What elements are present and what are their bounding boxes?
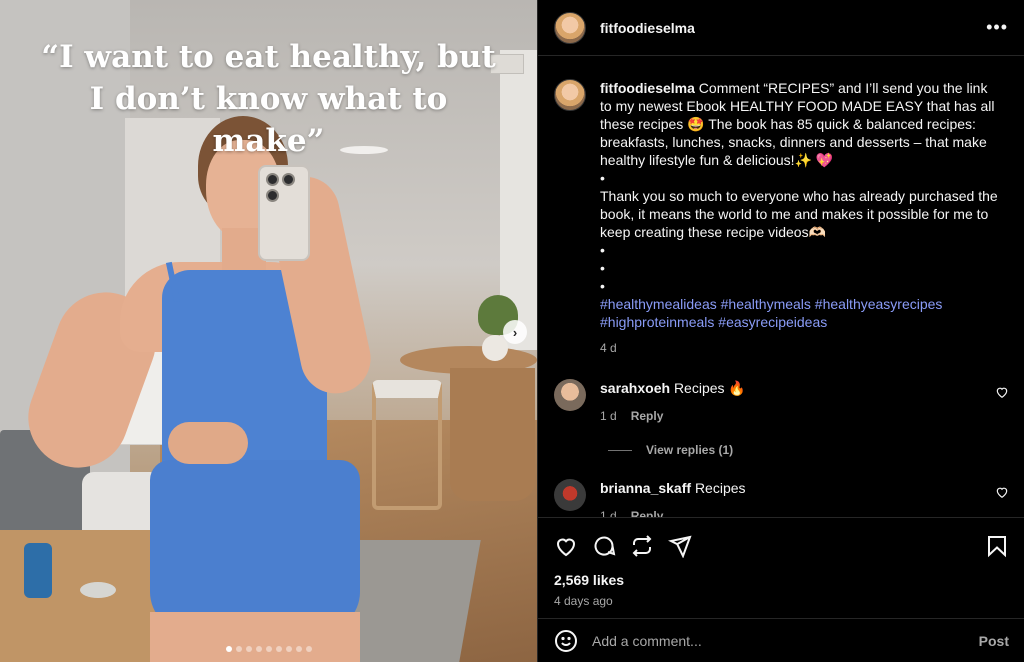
caption-timestamp: 4 d (600, 341, 617, 355)
likes-count[interactable]: 2,569 likes (554, 572, 1009, 588)
caption-bullet: • (600, 242, 605, 258)
comment-item: brianna_skaff Recipes 1 d Reply (554, 479, 1009, 517)
comments-scroll[interactable]: fitfoodieselma Comment “RECIPES” and I’l… (538, 57, 1024, 517)
carousel-dot (295, 646, 302, 652)
heart-icon[interactable] (995, 385, 1009, 399)
heart-icon[interactable] (995, 485, 1009, 499)
caption-username[interactable]: fitfoodieselma (600, 80, 695, 96)
comment-text: Recipes 🔥 (673, 380, 746, 396)
carousel-dot (235, 646, 242, 652)
more-horizontal-icon[interactable]: ••• (986, 17, 1008, 38)
carousel-dot (225, 646, 232, 652)
caption-bullet: • (600, 260, 605, 276)
share-send-icon[interactable] (668, 534, 692, 558)
carousel-dot (265, 646, 272, 652)
carousel-next-button[interactable]: › (503, 320, 527, 344)
caption-hashtags[interactable]: #healthymealideas #healthymeals #healthy… (600, 295, 1000, 331)
caption-text: Thank you so much to everyone who has al… (600, 188, 998, 240)
reply-button[interactable]: Reply (631, 507, 664, 517)
comment-text: Recipes (694, 480, 746, 496)
carousel-dots (0, 646, 537, 652)
chevron-right-icon: › (512, 324, 518, 340)
post-header: fitfoodieselma ••• (538, 0, 1024, 56)
caption-bullet: • (600, 170, 605, 186)
post-actions: 2,569 likes 4 days ago (538, 517, 1024, 608)
view-replies-button[interactable]: View replies (1) (608, 443, 1009, 457)
caption-bullet: • (600, 278, 605, 294)
smartphone-icon (258, 165, 310, 261)
comment-input[interactable] (592, 632, 965, 649)
avatar[interactable] (554, 379, 586, 411)
post-caption: fitfoodieselma Comment “RECIPES” and I’l… (554, 79, 1009, 357)
comment-username[interactable]: sarahxoeh (600, 380, 670, 396)
comment-item: sarahxoeh Recipes 🔥 1 d Reply (554, 379, 1009, 425)
comment-username[interactable]: brianna_skaff (600, 480, 691, 496)
like-heart-icon[interactable] (554, 534, 578, 558)
repost-icon[interactable] (630, 534, 654, 558)
carousel-dot (305, 646, 312, 652)
emoji-icon[interactable] (554, 629, 578, 653)
post-media[interactable]: “I want to eat healthy, but I don’t know… (0, 0, 537, 662)
overlay-quote: “I want to eat healthy, but I don’t know… (41, 39, 496, 159)
carousel-dot (255, 646, 262, 652)
post-comment-button[interactable]: Post (979, 633, 1009, 649)
carousel-dot (285, 646, 292, 652)
carousel-dot (245, 646, 252, 652)
blue-shorts (150, 460, 360, 632)
avatar[interactable] (554, 79, 586, 111)
post-date: 4 days ago (554, 594, 613, 608)
divider (608, 449, 632, 451)
carousel-dot (275, 646, 282, 652)
view-replies-label: View replies (1) (646, 443, 734, 457)
avatar[interactable] (554, 11, 586, 44)
avatar[interactable] (554, 479, 586, 511)
bookmark-icon[interactable] (985, 534, 1009, 558)
comment-timestamp: 1 d (600, 409, 617, 423)
comment-timestamp: 1 d (600, 509, 617, 517)
comment-bubble-icon[interactable] (592, 534, 616, 558)
author-username[interactable]: fitfoodieselma (600, 20, 695, 36)
reply-button[interactable]: Reply (631, 407, 664, 425)
add-comment-bar: Post (538, 618, 1024, 662)
post-side-panel: fitfoodieselma ••• fitfoodieselma Commen… (537, 0, 1024, 662)
